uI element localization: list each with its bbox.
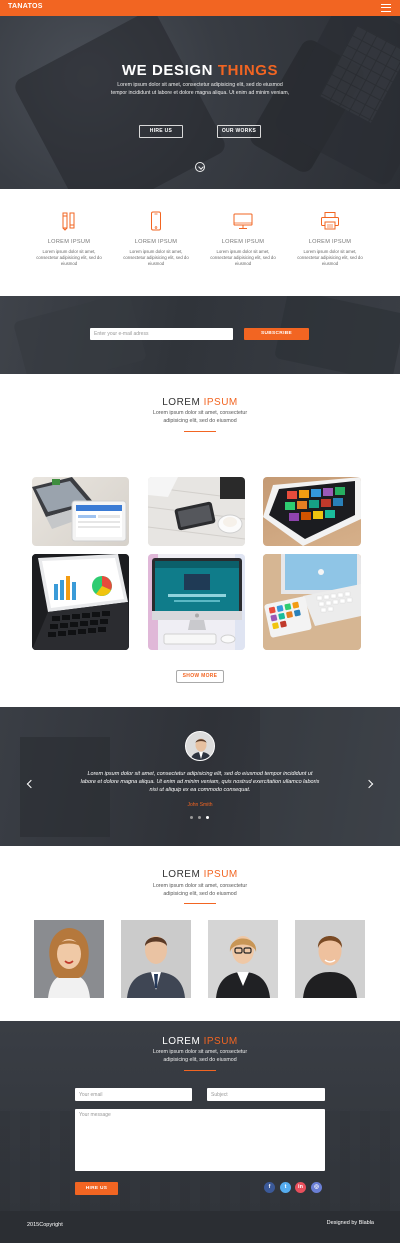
hamburger-icon[interactable] [381,4,391,12]
contact-hire-us-button[interactable]: HIRE US [75,1182,118,1195]
testimonial-quote: Lorem ipsum dolor sit amet, consectetur … [80,771,320,793]
contact-subject-input[interactable] [207,1088,325,1101]
designed-by-text: Designed by Blabla [326,1220,374,1226]
portfolio-image[interactable] [32,554,129,650]
subscribe-button[interactable]: SUBSCRIBE [244,328,309,340]
team-member-photo[interactable] [121,920,191,998]
subscribe-email-input[interactable] [90,328,233,340]
portfolio-image[interactable] [263,477,361,546]
feature-title: LOREM IPSUM [47,239,91,245]
subscribe-section: SUBSCRIBE [0,296,400,374]
feature-text: Lorem ipsum dolor sit amet, consectetur … [297,249,363,266]
team-title: LOREM IPSUM [0,869,400,880]
contact-message-input[interactable] [75,1109,325,1171]
features-section: LOREM IPSUM Lorem ipsum dolor sit amet, … [0,189,400,296]
printer-icon [321,212,339,230]
contact-title-main: LOREM [162,1036,201,1047]
feature-item: LOREM IPSUM Lorem ipsum dolor sit amet, … [121,211,191,266]
title-underline [184,1070,216,1071]
team-title-main: LOREM [162,869,201,880]
team-title-accent: IPSUM [203,869,238,880]
feature-title: LOREM IPSUM [308,239,352,245]
portfolio-title-main: LOREM [162,397,201,408]
feature-item: LOREM IPSUM Lorem ipsum dolor sit amet, … [34,211,104,266]
feature-item: LOREM IPSUM Lorem ipsum dolor sit amet, … [295,211,365,266]
twitter-icon[interactable]: t [280,1182,291,1193]
portfolio-image[interactable] [148,477,245,546]
carousel-dot-active[interactable] [206,816,209,819]
linkedin-icon[interactable]: in [295,1182,306,1193]
contact-title-accent: IPSUM [203,1036,238,1047]
copyright-text: 2015Copyright [27,1222,63,1228]
dribbble-icon[interactable]: ◎ [311,1182,322,1193]
portfolio-title-accent: IPSUM [203,397,238,408]
team-member-photo[interactable] [34,920,104,998]
feature-title: LOREM IPSUM [221,239,265,245]
portfolio-subtitle: Lorem ipsum dolor sit amet, consectetur … [152,410,248,424]
contact-subtitle: Lorem ipsum dolor sit amet, consectetur … [152,1049,248,1063]
top-navbar: TANATOS [0,0,400,16]
hire-us-button[interactable]: HIRE US [139,125,183,138]
testimonial-author: John Smith [187,802,213,808]
hero-title: WE DESIGN THINGS [0,62,400,79]
feature-text: Lorem ipsum dolor sit amet, consectetur … [210,249,276,266]
carousel-dot[interactable] [198,816,201,819]
feature-title: LOREM IPSUM [134,239,178,245]
carousel-dot[interactable] [190,816,193,819]
our-works-button[interactable]: OUR WORKS [217,125,261,138]
title-underline [184,903,216,904]
portfolio-title: LOREM IPSUM [0,397,400,408]
feature-item: LOREM IPSUM Lorem ipsum dolor sit amet, … [208,211,278,266]
feature-text: Lorem ipsum dolor sit amet, consectetur … [123,249,189,266]
title-underline [184,431,216,432]
brand-logo[interactable]: TANATOS [8,3,43,10]
facebook-icon[interactable]: f [264,1182,275,1193]
portfolio-image[interactable] [32,477,129,546]
phone-icon [151,211,161,231]
hero-title-main: WE DESIGN [121,62,214,79]
contact-email-input[interactable] [75,1088,192,1101]
team-member-photo[interactable] [208,920,278,998]
team-member-photo[interactable] [295,920,365,998]
portfolio-image[interactable] [263,554,361,650]
avatar [185,731,215,761]
pencil-icon [62,212,75,231]
team-subtitle: Lorem ipsum dolor sit amet, consectetur … [152,883,248,897]
feature-text: Lorem ipsum dolor sit amet, consectetur … [36,249,102,266]
chevron-down-icon[interactable] [195,162,205,172]
hero-text: Lorem ipsum dolor sit amet, consectetur … [110,82,290,96]
contact-title: LOREM IPSUM [0,1036,400,1047]
show-more-button[interactable]: SHOW MORE [176,670,224,683]
monitor-icon [233,213,253,229]
portfolio-image[interactable] [148,554,245,650]
hero-title-accent: THINGS [217,62,279,79]
